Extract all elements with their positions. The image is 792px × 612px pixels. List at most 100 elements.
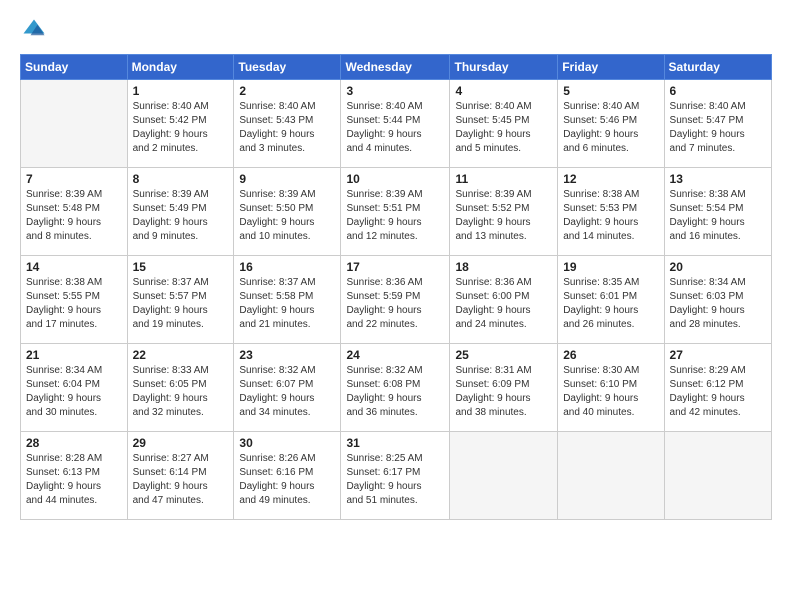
day-number: 14 [26, 260, 122, 274]
day-info: Sunrise: 8:38 AM Sunset: 5:53 PM Dayligh… [563, 188, 658, 244]
day-cell: 12 Sunrise: 8:38 AM Sunset: 5:53 PM Dayli… [558, 168, 664, 256]
day-info: Sunrise: 8:29 AM Sunset: 6:12 PM Dayligh… [670, 364, 766, 420]
day-cell: 21 Sunrise: 8:34 AM Sunset: 6:04 PM Dayli… [21, 344, 128, 432]
day-number: 29 [133, 436, 229, 450]
day-info: Sunrise: 8:34 AM Sunset: 6:03 PM Dayligh… [670, 276, 766, 332]
week-row-2: 14 Sunrise: 8:38 AM Sunset: 5:55 PM Dayli… [21, 256, 772, 344]
day-cell: 7Sunrise: 8:39 AM Sunset: 5:48 PM Daylig… [21, 168, 128, 256]
day-number: 9 [239, 172, 335, 186]
day-cell [664, 432, 771, 520]
week-row-0: 1 Sunrise: 8:40 AM Sunset: 5:42 PM Daylig… [21, 80, 772, 168]
day-number: 26 [563, 348, 658, 362]
week-row-4: 28Sunrise: 8:28 AM Sunset: 6:13 PM Dayli… [21, 432, 772, 520]
day-info: Sunrise: 8:39 AM Sunset: 5:51 PM Dayligh… [346, 188, 444, 244]
day-info: Sunrise: 8:31 AM Sunset: 6:09 PM Dayligh… [455, 364, 552, 420]
day-info: Sunrise: 8:39 AM Sunset: 5:50 PM Dayligh… [239, 188, 335, 244]
day-cell: 25 Sunrise: 8:31 AM Sunset: 6:09 PM Dayli… [450, 344, 558, 432]
day-info: Sunrise: 8:37 AM Sunset: 5:57 PM Dayligh… [133, 276, 229, 332]
day-cell: 9 Sunrise: 8:39 AM Sunset: 5:50 PM Daylig… [234, 168, 341, 256]
day-number: 1 [133, 84, 229, 98]
day-number: 27 [670, 348, 766, 362]
day-number: 23 [239, 348, 335, 362]
day-header-saturday: Saturday [664, 55, 771, 80]
day-cell: 17Sunrise: 8:36 AM Sunset: 5:59 PM Dayli… [341, 256, 450, 344]
header-row: SundayMondayTuesdayWednesdayThursdayFrid… [21, 55, 772, 80]
day-info: Sunrise: 8:27 AM Sunset: 6:14 PM Dayligh… [133, 452, 229, 508]
day-cell: 3Sunrise: 8:40 AM Sunset: 5:44 PM Daylig… [341, 80, 450, 168]
day-cell: 23 Sunrise: 8:32 AM Sunset: 6:07 PM Dayli… [234, 344, 341, 432]
day-cell [558, 432, 664, 520]
day-cell: 29 Sunrise: 8:27 AM Sunset: 6:14 PM Dayli… [127, 432, 234, 520]
day-header-thursday: Thursday [450, 55, 558, 80]
day-info: Sunrise: 8:33 AM Sunset: 6:05 PM Dayligh… [133, 364, 229, 420]
day-info: Sunrise: 8:32 AM Sunset: 6:07 PM Dayligh… [239, 364, 335, 420]
day-cell: 24 Sunrise: 8:32 AM Sunset: 6:08 PM Dayli… [341, 344, 450, 432]
day-number: 15 [133, 260, 229, 274]
header [20, 16, 772, 44]
day-number: 24 [346, 348, 444, 362]
day-cell: 27 Sunrise: 8:29 AM Sunset: 6:12 PM Dayli… [664, 344, 771, 432]
day-info: Sunrise: 8:40 AM Sunset: 5:42 PM Dayligh… [133, 100, 229, 156]
day-info: Sunrise: 8:32 AM Sunset: 6:08 PM Dayligh… [346, 364, 444, 420]
logo [20, 16, 52, 44]
day-number: 8 [133, 172, 229, 186]
day-number: 6 [670, 84, 766, 98]
day-header-friday: Friday [558, 55, 664, 80]
day-cell: 14 Sunrise: 8:38 AM Sunset: 5:55 PM Dayli… [21, 256, 128, 344]
day-number: 18 [455, 260, 552, 274]
day-info: Sunrise: 8:39 AM Sunset: 5:49 PM Dayligh… [133, 188, 229, 244]
day-info: Sunrise: 8:36 AM Sunset: 6:00 PM Dayligh… [455, 276, 552, 332]
day-info: Sunrise: 8:30 AM Sunset: 6:10 PM Dayligh… [563, 364, 658, 420]
day-info: Sunrise: 8:34 AM Sunset: 6:04 PM Dayligh… [26, 364, 122, 420]
day-info: Sunrise: 8:37 AM Sunset: 5:58 PM Dayligh… [239, 276, 335, 332]
day-info: Sunrise: 8:40 AM Sunset: 5:43 PM Dayligh… [239, 100, 335, 156]
day-cell: 11Sunrise: 8:39 AM Sunset: 5:52 PM Dayli… [450, 168, 558, 256]
day-cell: 2 Sunrise: 8:40 AM Sunset: 5:43 PM Daylig… [234, 80, 341, 168]
day-header-monday: Monday [127, 55, 234, 80]
week-row-3: 21 Sunrise: 8:34 AM Sunset: 6:04 PM Dayli… [21, 344, 772, 432]
day-cell: 15 Sunrise: 8:37 AM Sunset: 5:57 PM Dayli… [127, 256, 234, 344]
week-row-1: 7Sunrise: 8:39 AM Sunset: 5:48 PM Daylig… [21, 168, 772, 256]
day-info: Sunrise: 8:40 AM Sunset: 5:44 PM Dayligh… [346, 100, 444, 156]
day-cell: 20 Sunrise: 8:34 AM Sunset: 6:03 PM Dayli… [664, 256, 771, 344]
day-number: 28 [26, 436, 122, 450]
day-number: 2 [239, 84, 335, 98]
day-header-sunday: Sunday [21, 55, 128, 80]
day-cell: 6Sunrise: 8:40 AM Sunset: 5:47 PM Daylig… [664, 80, 771, 168]
day-info: Sunrise: 8:39 AM Sunset: 5:52 PM Dayligh… [455, 188, 552, 244]
day-info: Sunrise: 8:26 AM Sunset: 6:16 PM Dayligh… [239, 452, 335, 508]
day-cell: 19Sunrise: 8:35 AM Sunset: 6:01 PM Dayli… [558, 256, 664, 344]
day-number: 25 [455, 348, 552, 362]
day-number: 22 [133, 348, 229, 362]
day-cell: 31 Sunrise: 8:25 AM Sunset: 6:17 PM Dayli… [341, 432, 450, 520]
day-cell: 1 Sunrise: 8:40 AM Sunset: 5:42 PM Daylig… [127, 80, 234, 168]
day-cell: 5Sunrise: 8:40 AM Sunset: 5:46 PM Daylig… [558, 80, 664, 168]
day-number: 17 [346, 260, 444, 274]
day-info: Sunrise: 8:40 AM Sunset: 5:45 PM Dayligh… [455, 100, 552, 156]
day-header-tuesday: Tuesday [234, 55, 341, 80]
day-cell [21, 80, 128, 168]
day-info: Sunrise: 8:38 AM Sunset: 5:55 PM Dayligh… [26, 276, 122, 332]
day-number: 4 [455, 84, 552, 98]
day-number: 30 [239, 436, 335, 450]
day-cell: 16Sunrise: 8:37 AM Sunset: 5:58 PM Dayli… [234, 256, 341, 344]
page: SundayMondayTuesdayWednesdayThursdayFrid… [0, 0, 792, 612]
day-number: 31 [346, 436, 444, 450]
day-number: 21 [26, 348, 122, 362]
day-cell: 26 Sunrise: 8:30 AM Sunset: 6:10 PM Dayli… [558, 344, 664, 432]
day-info: Sunrise: 8:35 AM Sunset: 6:01 PM Dayligh… [563, 276, 658, 332]
day-number: 5 [563, 84, 658, 98]
day-info: Sunrise: 8:39 AM Sunset: 5:48 PM Dayligh… [26, 188, 122, 244]
day-cell: 8 Sunrise: 8:39 AM Sunset: 5:49 PM Daylig… [127, 168, 234, 256]
calendar-table: SundayMondayTuesdayWednesdayThursdayFrid… [20, 54, 772, 520]
day-cell: 4 Sunrise: 8:40 AM Sunset: 5:45 PM Daylig… [450, 80, 558, 168]
day-cell: 30 Sunrise: 8:26 AM Sunset: 6:16 PM Dayli… [234, 432, 341, 520]
day-cell: 18 Sunrise: 8:36 AM Sunset: 6:00 PM Dayli… [450, 256, 558, 344]
calendar-header: SundayMondayTuesdayWednesdayThursdayFrid… [21, 55, 772, 80]
day-number: 13 [670, 172, 766, 186]
day-number: 12 [563, 172, 658, 186]
logo-icon [20, 16, 48, 44]
day-number: 20 [670, 260, 766, 274]
day-cell [450, 432, 558, 520]
day-info: Sunrise: 8:25 AM Sunset: 6:17 PM Dayligh… [346, 452, 444, 508]
